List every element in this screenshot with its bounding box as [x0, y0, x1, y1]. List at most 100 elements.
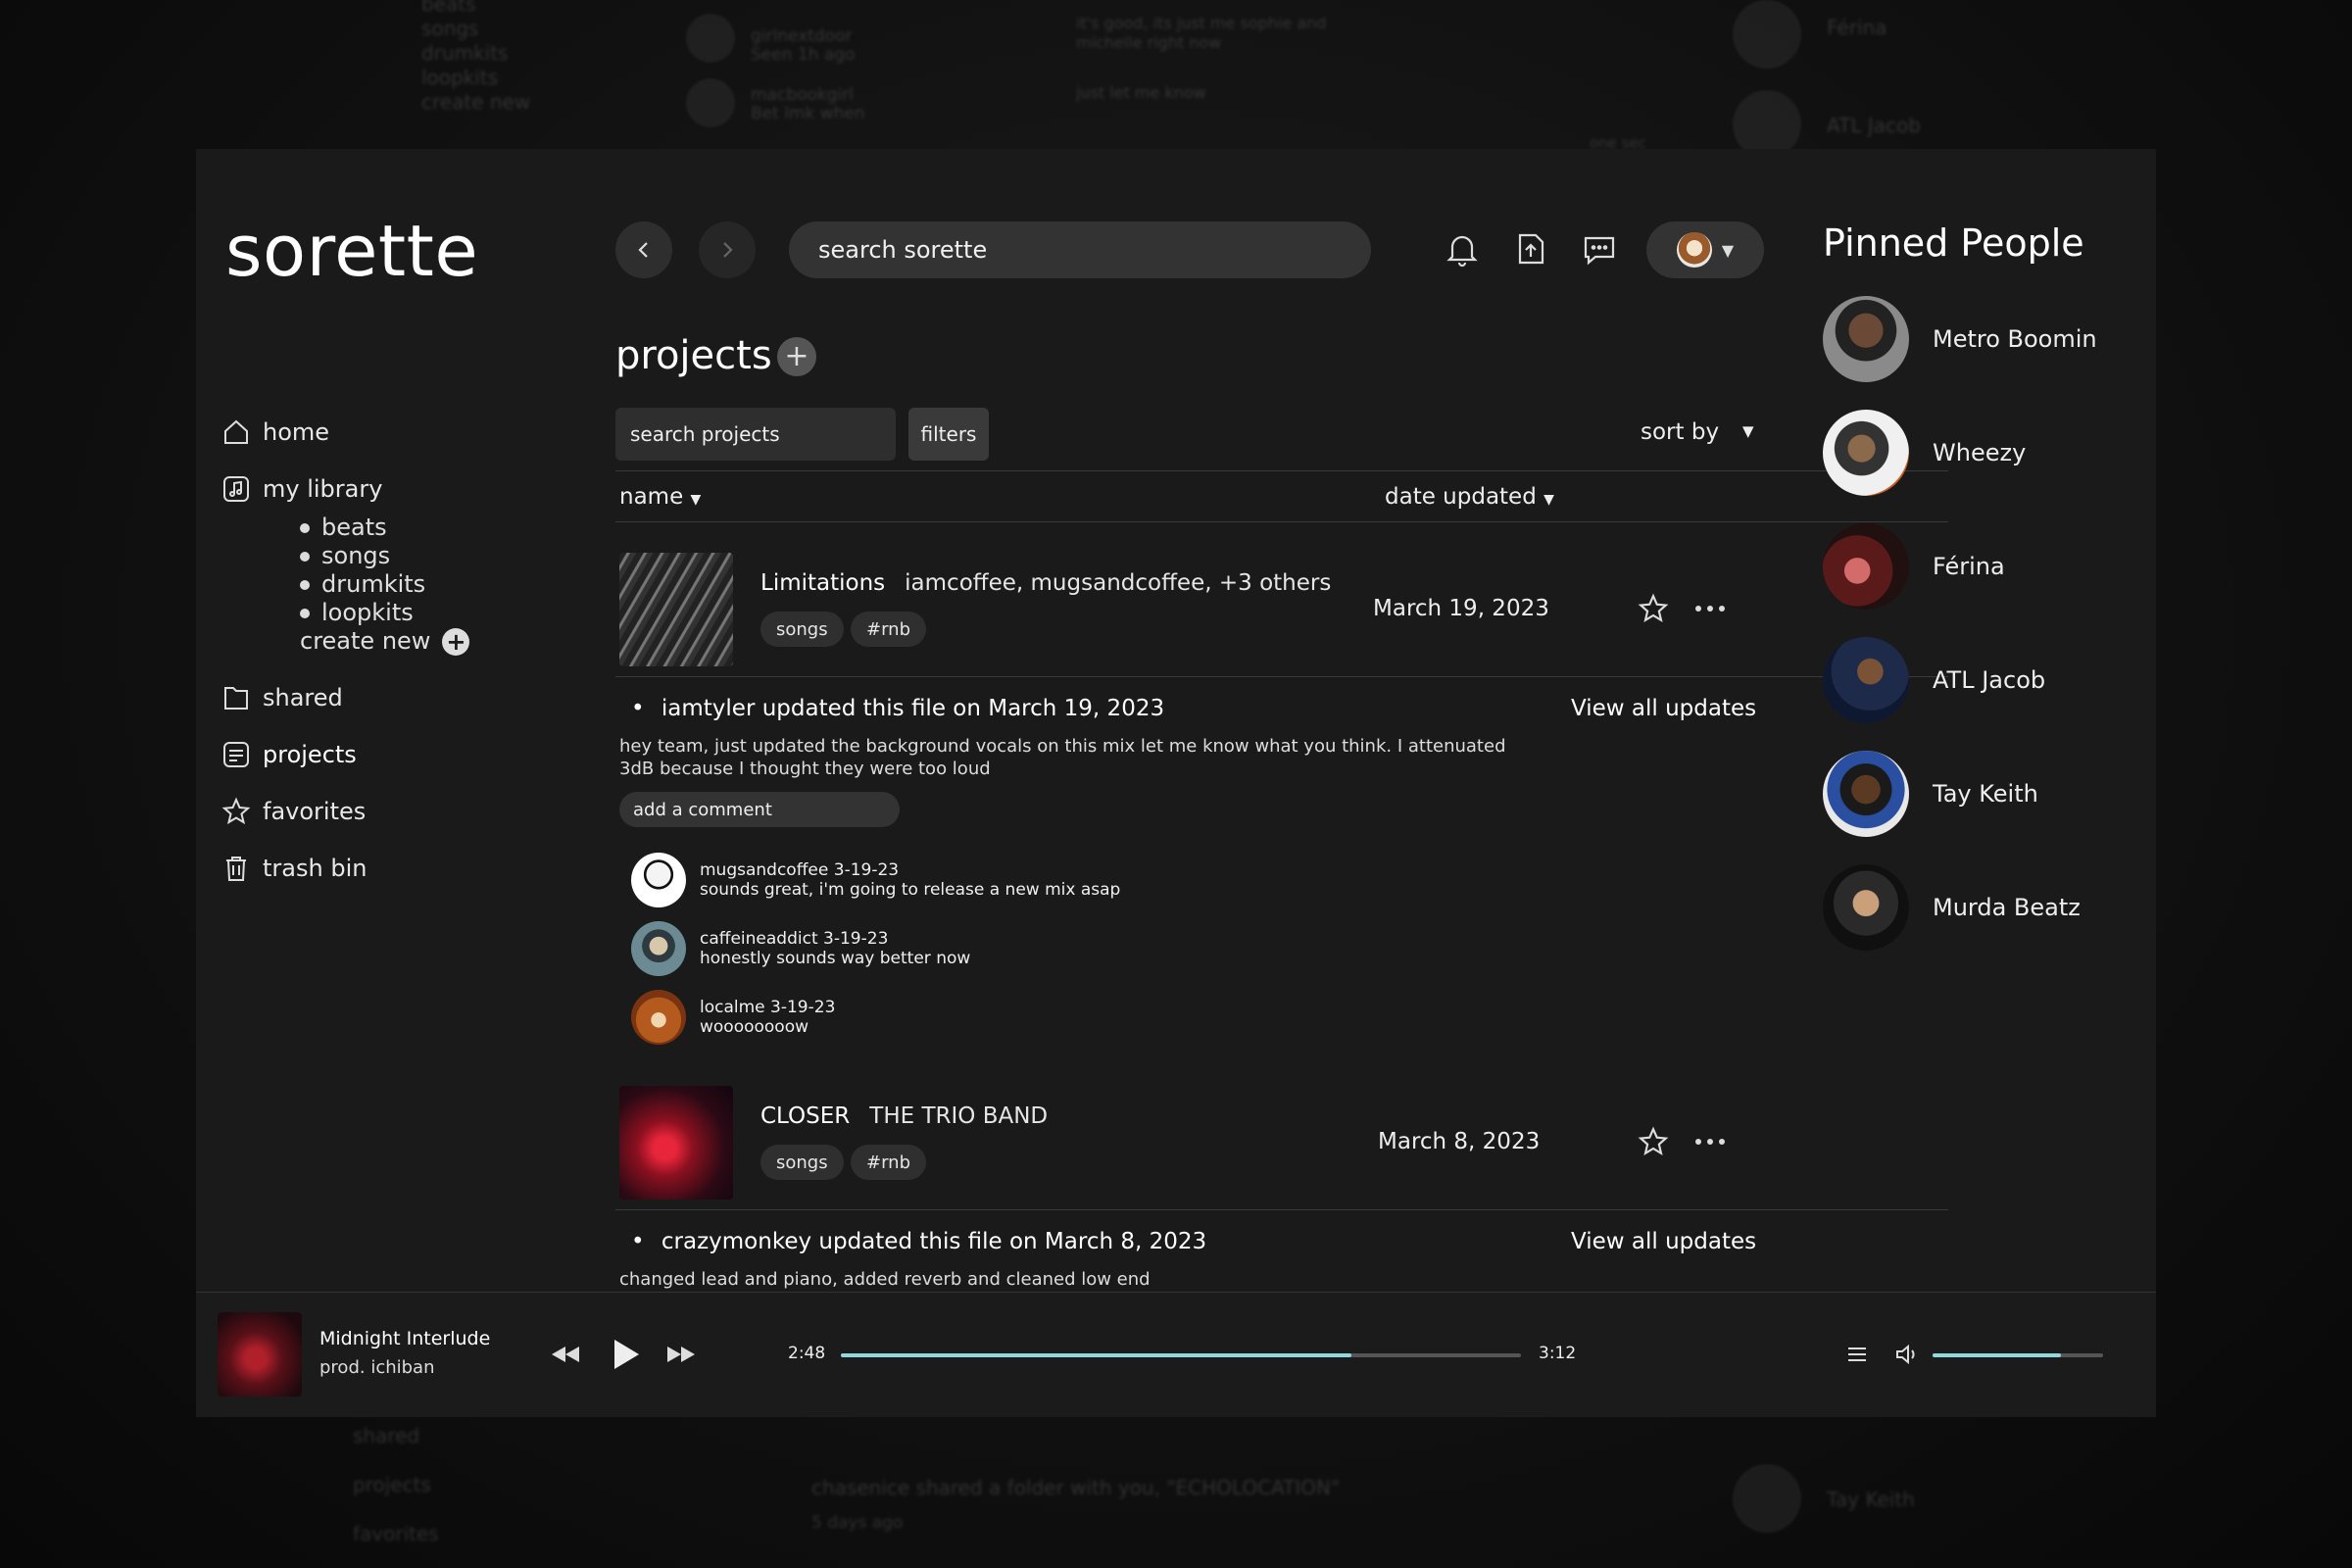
app-window: sorette home my library beats songs drum… — [196, 149, 2156, 1417]
project-title[interactable]: Limitations iamcoffee, mugsandcoffee, +3 … — [760, 570, 1331, 596]
sidebar-item-favorites[interactable]: favorites — [221, 783, 555, 840]
upload-button[interactable] — [1509, 227, 1552, 270]
bg-avatar — [686, 14, 735, 63]
tag-songs[interactable]: songs — [760, 1145, 844, 1180]
bullet-icon: • — [631, 1229, 645, 1254]
avatar — [1823, 523, 1909, 610]
play-icon — [614, 1340, 639, 1369]
sidebar-item-label: home — [263, 418, 330, 446]
library-sublist: beats songs drumkits loopkits create new… — [221, 514, 555, 656]
person-name: Murda Beatz — [1933, 894, 2081, 921]
sort-by-dropdown[interactable]: sort by — [1641, 419, 1719, 445]
comment-body: woooooooow — [700, 1017, 809, 1037]
bg-bottom-nav: shared projects favorites — [353, 1424, 439, 1545]
comment: caffeineaddict 3-19-23 honestly sounds wa… — [631, 921, 970, 976]
back-button[interactable] — [615, 221, 672, 278]
notifications-button[interactable] — [1441, 227, 1484, 270]
messages-button[interactable] — [1578, 227, 1621, 270]
tag-songs[interactable]: songs — [760, 612, 844, 647]
bg-name: ATL Jacob — [1827, 114, 1921, 137]
bg-avatar — [1733, 0, 1801, 69]
track-artwork[interactable] — [218, 1312, 302, 1396]
volume-slider[interactable] — [1933, 1353, 2103, 1357]
avatar — [1823, 864, 1909, 951]
library-item-drumkits[interactable]: drumkits — [300, 570, 555, 599]
tag-rnb[interactable]: #rnb — [851, 1145, 926, 1180]
more-options-button[interactable] — [1693, 592, 1727, 625]
filters-button[interactable]: filters — [908, 408, 989, 461]
project-artists: iamcoffee, mugsandcoffee, +3 others — [905, 570, 1332, 596]
bg-activity-time: 5 days ago — [811, 1513, 904, 1533]
app-logo[interactable]: sorette — [225, 210, 478, 292]
list-icon — [1848, 1348, 1866, 1361]
add-project-button[interactable]: + — [777, 337, 816, 376]
project-title[interactable]: CLOSER THE TRIO BAND — [760, 1103, 1048, 1129]
profile-menu[interactable]: ▼ — [1646, 221, 1764, 278]
avatar — [631, 990, 686, 1045]
sidebar-item-label: trash bin — [263, 855, 368, 882]
volume-button[interactable] — [1893, 1340, 1923, 1369]
bullet-icon: • — [631, 696, 645, 721]
favorite-button[interactable] — [1637, 592, 1670, 625]
fast-forward-button[interactable] — [664, 1340, 698, 1369]
star-icon — [221, 797, 251, 825]
sidebar-item-label: my library — [263, 475, 383, 503]
pinned-person[interactable]: Murda Beatz — [1823, 864, 2081, 951]
more-options-button[interactable] — [1693, 1125, 1727, 1158]
fast-forward-icon — [667, 1347, 695, 1362]
play-button[interactable] — [608, 1336, 645, 1373]
caret-down-icon[interactable]: ▼ — [1742, 422, 1754, 440]
library-item-loopkits[interactable]: loopkits — [300, 599, 555, 627]
bg-bubble: it's good, its just me sophie and michel… — [1076, 14, 1327, 52]
sidebar-item-trash[interactable]: trash bin — [221, 840, 555, 897]
comment-header: localme 3-19-23 — [700, 998, 836, 1017]
plus-icon: + — [784, 339, 809, 373]
column-header-name[interactable]: name ▼ — [619, 484, 701, 510]
progress-fill — [841, 1353, 1351, 1357]
project-date: March 19, 2023 — [1373, 596, 1549, 621]
bg-name: Tay Keith — [1827, 1488, 1915, 1511]
sidebar-item-home[interactable]: home — [221, 404, 555, 461]
pinned-person[interactable]: ATL Jacob — [1823, 637, 2045, 723]
person-name: Tay Keith — [1933, 780, 2038, 808]
column-header-date[interactable]: date updated ▼ — [1385, 484, 1554, 510]
pinned-person[interactable]: Tay Keith — [1823, 751, 2038, 837]
sidebar-item-my-library[interactable]: my library — [221, 461, 555, 517]
pinned-person[interactable]: Metro Boomin — [1823, 296, 2097, 382]
track-producer[interactable]: prod. ichiban — [319, 1357, 434, 1378]
pinned-person[interactable]: Férina — [1823, 523, 2005, 610]
avatar — [631, 853, 686, 907]
create-new-button[interactable]: create new + — [300, 627, 555, 656]
bullet-icon — [300, 551, 310, 562]
comment-header: mugsandcoffee 3-19-23 — [700, 860, 900, 880]
divider — [615, 1209, 1948, 1210]
project-thumbnail[interactable] — [619, 1086, 733, 1200]
project-artists: THE TRIO BAND — [869, 1103, 1049, 1129]
avatar — [1823, 410, 1909, 496]
sidebar-item-label: favorites — [263, 798, 367, 825]
queue-button[interactable] — [1842, 1340, 1872, 1369]
pinned-person[interactable]: Wheezy — [1823, 410, 2026, 496]
project-thumbnail[interactable] — [619, 553, 733, 666]
rewind-button[interactable] — [549, 1340, 582, 1369]
progress-slider[interactable] — [841, 1353, 1521, 1357]
sidebar-item-shared[interactable]: shared — [221, 669, 555, 726]
library-item-songs[interactable]: songs — [300, 542, 555, 570]
chat-icon — [1584, 236, 1615, 266]
track-title[interactable]: Midnight Interlude — [319, 1328, 490, 1349]
view-all-updates-link[interactable]: View all updates — [1571, 1229, 1756, 1254]
comment-header: caffeineaddict 3-19-23 — [700, 929, 889, 949]
view-all-updates-link[interactable]: View all updates — [1571, 696, 1756, 721]
search-input[interactable]: search sorette — [789, 221, 1371, 278]
comment: mugsandcoffee 3-19-23 sounds great, i'm g… — [631, 853, 1120, 907]
search-projects-input[interactable]: search projects — [615, 408, 896, 461]
person-name: ATL Jacob — [1933, 666, 2046, 694]
add-comment-input[interactable]: add a comment — [619, 792, 900, 827]
library-item-beats[interactable]: beats — [300, 514, 555, 542]
elapsed-time: 2:48 — [788, 1344, 826, 1363]
sidebar-item-projects[interactable]: projects — [221, 726, 555, 783]
forward-button[interactable] — [699, 221, 756, 278]
favorite-button[interactable] — [1637, 1125, 1670, 1158]
update-body: changed lead and piano, added reverb and… — [619, 1269, 1151, 1290]
tag-rnb[interactable]: #rnb — [851, 612, 926, 647]
